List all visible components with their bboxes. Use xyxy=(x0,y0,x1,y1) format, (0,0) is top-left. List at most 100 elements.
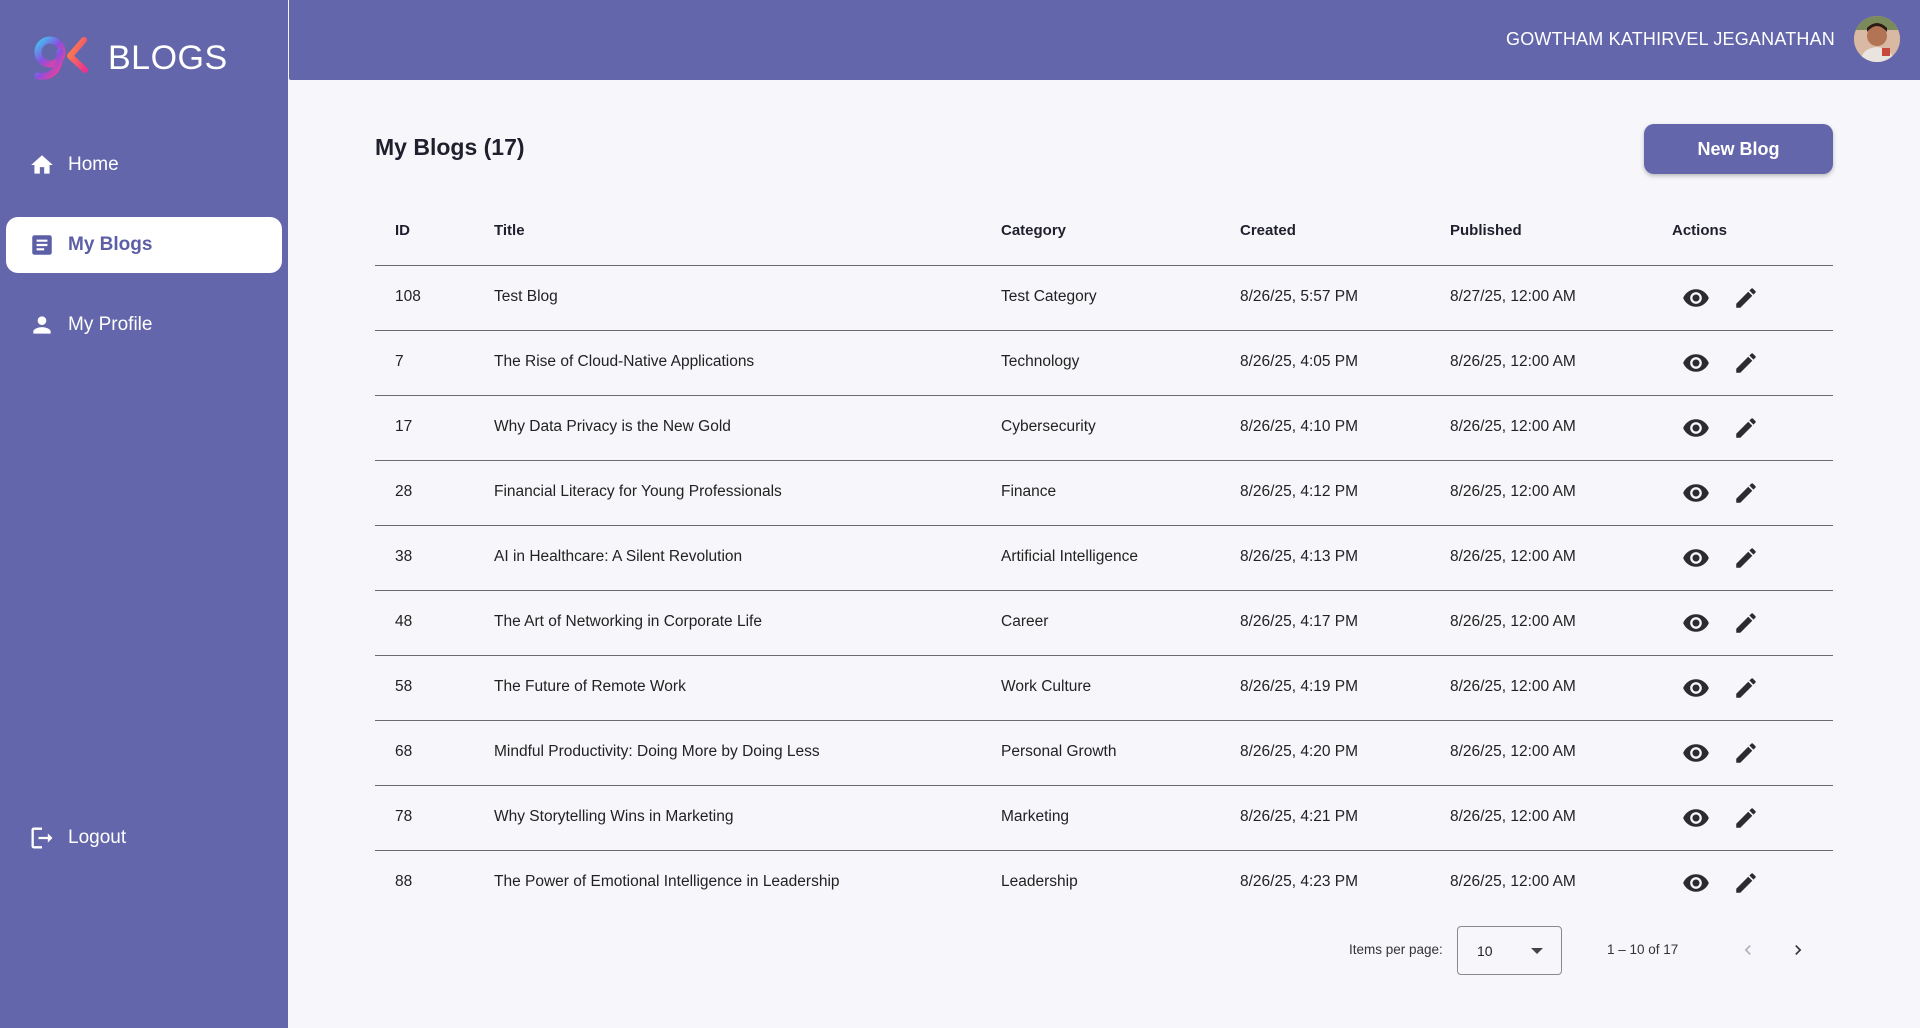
view-button[interactable] xyxy=(1680,802,1712,834)
logout-label: Logout xyxy=(68,827,127,848)
cell-title: The Art of Networking in Corporate Life xyxy=(494,613,762,630)
dropdown-arrow-icon xyxy=(1531,948,1543,954)
table-body: 108 Test Blog Test Category 8/26/25, 5:57 P… xyxy=(375,266,1833,916)
pencil-icon xyxy=(1736,353,1756,373)
brand[interactable]: BLOGS xyxy=(30,30,228,86)
edit-button[interactable] xyxy=(1730,347,1762,379)
sidebar-item-my-profile[interactable]: My Profile xyxy=(6,297,282,353)
view-button[interactable] xyxy=(1680,607,1712,639)
cell-created: 8/26/25, 4:12 PM xyxy=(1240,483,1359,500)
cell-category: Leadership xyxy=(1001,873,1078,890)
table-row[interactable]: 17 Why Data Privacy is the New Gold Cybers… xyxy=(375,396,1833,461)
cell-id: 48 xyxy=(395,613,413,630)
cell-created: 8/26/25, 4:05 PM xyxy=(1240,353,1359,370)
person-icon xyxy=(28,311,56,339)
view-button[interactable] xyxy=(1680,412,1712,444)
view-button[interactable] xyxy=(1680,347,1712,379)
cell-category: Work Culture xyxy=(1001,678,1092,695)
cell-category: Technology xyxy=(1001,353,1080,370)
edit-button[interactable] xyxy=(1730,607,1762,639)
sidebar: BLOGS Home My Blogs My Profile Logout xyxy=(0,0,288,1028)
table-row[interactable]: 108 Test Blog Test Category 8/26/25, 5:57 P… xyxy=(375,266,1833,331)
pencil-icon xyxy=(1736,548,1756,568)
eye-icon xyxy=(1683,874,1709,892)
eye-icon xyxy=(1683,809,1709,827)
cell-title: The Rise of Cloud-Native Applications xyxy=(494,353,755,370)
table-header: ID Title Category Created Published Acti… xyxy=(375,200,1833,266)
cell-title: Financial Literacy for Young Professiona… xyxy=(494,483,782,500)
pencil-icon xyxy=(1736,483,1756,503)
table-row[interactable]: 68 Mindful Productivity: Doing More by Do… xyxy=(375,721,1833,786)
eye-icon xyxy=(1683,354,1709,372)
column-header-category: Category xyxy=(1001,222,1067,239)
cell-id: 7 xyxy=(395,353,404,370)
edit-button[interactable] xyxy=(1730,672,1762,704)
view-button[interactable] xyxy=(1680,282,1712,314)
items-per-page-label: Items per page: xyxy=(1349,942,1443,957)
edit-button[interactable] xyxy=(1730,477,1762,509)
table-row[interactable]: 28 Financial Literacy for Young Professio… xyxy=(375,461,1833,526)
cell-category: Artificial Intelligence xyxy=(1001,548,1138,565)
sidebar-item-home[interactable]: Home xyxy=(6,137,282,193)
eye-icon xyxy=(1683,549,1709,567)
new-blog-button[interactable]: New Blog xyxy=(1644,124,1833,174)
view-button[interactable] xyxy=(1680,542,1712,574)
chevron-left-icon xyxy=(1744,945,1751,955)
edit-button[interactable] xyxy=(1730,412,1762,444)
table-row[interactable]: 78 Why Storytelling Wins in Marketing Mark… xyxy=(375,786,1833,851)
view-button[interactable] xyxy=(1680,477,1712,509)
page-range-label: 1 – 10 of 17 xyxy=(1607,942,1679,957)
edit-button[interactable] xyxy=(1730,867,1762,899)
cell-id: 17 xyxy=(395,418,413,435)
cell-published: 8/26/25, 12:00 AM xyxy=(1450,483,1576,500)
table-row[interactable]: 48 The Art of Networking in Corporate Lif… xyxy=(375,591,1833,656)
edit-button[interactable] xyxy=(1730,737,1762,769)
table-row[interactable]: 88 The Power of Emotional Intelligence in… xyxy=(375,851,1833,916)
sidebar-item-label: My Profile xyxy=(68,314,153,335)
cell-created: 8/26/25, 4:19 PM xyxy=(1240,678,1359,695)
view-button[interactable] xyxy=(1680,672,1712,704)
cell-published: 8/27/25, 12:00 AM xyxy=(1450,288,1576,305)
cell-published: 8/26/25, 12:00 AM xyxy=(1450,873,1576,890)
cell-published: 8/26/25, 12:00 AM xyxy=(1450,548,1576,565)
blogs-table: ID Title Category Created Published Acti… xyxy=(375,200,1833,916)
column-header-actions: Actions xyxy=(1672,222,1728,239)
pencil-icon xyxy=(1736,418,1756,438)
table-row[interactable]: 38 AI in Healthcare: A Silent Revolution A… xyxy=(375,526,1833,591)
pencil-icon xyxy=(1736,873,1756,893)
column-header-created: Created xyxy=(1240,222,1296,239)
pencil-icon xyxy=(1736,743,1756,763)
cell-created: 8/26/25, 4:20 PM xyxy=(1240,743,1359,760)
cell-category: Finance xyxy=(1001,483,1057,500)
items-per-page-select[interactable]: 10 xyxy=(1457,926,1562,975)
cell-created: 8/26/25, 5:57 PM xyxy=(1240,288,1359,305)
brand-title: BLOGS xyxy=(108,38,228,77)
edit-button[interactable] xyxy=(1730,542,1762,574)
user-name[interactable]: GOWTHAM KATHIRVEL JEGANATHAN xyxy=(1506,29,1835,50)
cell-title: The Power of Emotional Intelligence in L… xyxy=(494,873,840,890)
sidebar-item-my-blogs[interactable]: My Blogs xyxy=(6,217,282,273)
cell-id: 58 xyxy=(395,678,413,695)
cell-created: 8/26/25, 4:13 PM xyxy=(1240,548,1359,565)
avatar[interactable] xyxy=(1854,16,1900,62)
cell-published: 8/26/25, 12:00 AM xyxy=(1450,613,1576,630)
cell-id: 78 xyxy=(395,808,413,825)
cell-title: AI in Healthcare: A Silent Revolution xyxy=(494,548,743,565)
cell-title: Test Blog xyxy=(494,288,558,305)
edit-button[interactable] xyxy=(1730,802,1762,834)
next-page-button[interactable] xyxy=(1785,932,1811,968)
column-header-published: Published xyxy=(1450,222,1522,239)
previous-page-button[interactable] xyxy=(1735,932,1761,968)
edit-button[interactable] xyxy=(1730,282,1762,314)
cell-created: 8/26/25, 4:23 PM xyxy=(1240,873,1359,890)
cell-category: Career xyxy=(1001,613,1049,630)
gk-logo-icon xyxy=(34,33,88,80)
pencil-icon xyxy=(1736,288,1756,308)
view-button[interactable] xyxy=(1680,867,1712,899)
chevron-right-icon xyxy=(1795,945,1802,955)
view-button[interactable] xyxy=(1680,737,1712,769)
table-row[interactable]: 7 The Rise of Cloud-Native Applications Te… xyxy=(375,331,1833,396)
logout-button[interactable]: Logout xyxy=(6,810,282,866)
table-row[interactable]: 58 The Future of Remote Work Work Culture 8… xyxy=(375,656,1833,721)
eye-icon xyxy=(1683,484,1709,502)
